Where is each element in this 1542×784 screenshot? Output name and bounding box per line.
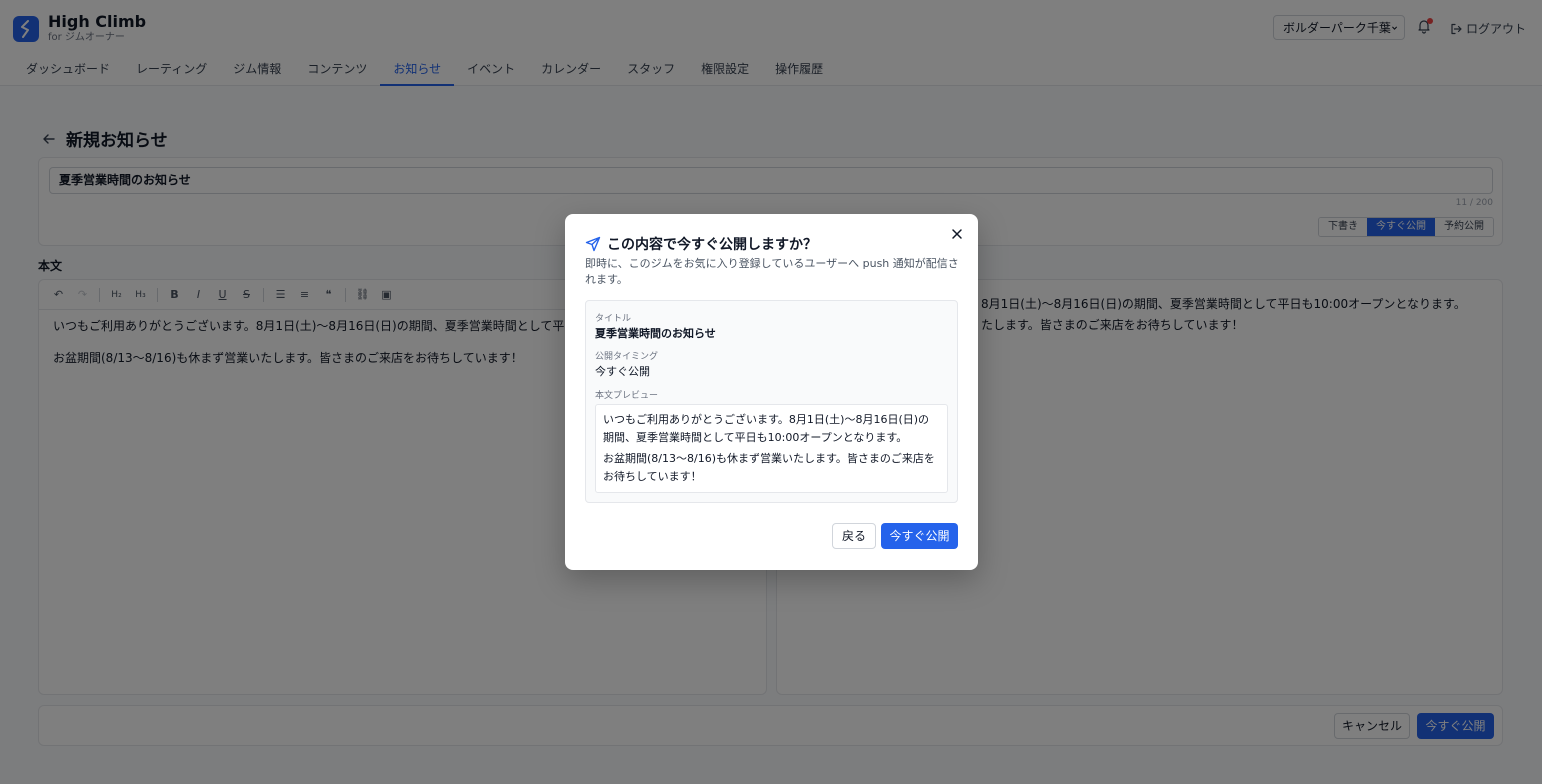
back-button[interactable]: 戻る	[832, 523, 876, 549]
summary-timing-label: 公開タイミング	[595, 352, 659, 362]
summary-preview-paragraph: いつもご利用ありがとうございます。8月1日(土)〜8月16日(日)の期間、夏季営…	[603, 413, 930, 444]
publish-summary: タイトル 夏季営業時間のお知らせ 公開タイミング 今すぐ公開 本文プレビュー い…	[585, 300, 958, 503]
summary-preview-label: 本文プレビュー	[595, 391, 659, 401]
dialog-title: この内容で今すぐ公開しますか？	[607, 237, 817, 253]
send-icon	[585, 236, 601, 252]
summary-title-label: タイトル	[595, 314, 632, 324]
summary-preview-paragraph: お盆期間(8/13〜8/16)も休まず営業いたします。皆さまのご来店をお待ちして…	[603, 452, 935, 483]
confirm-publish-button[interactable]: 今すぐ公開	[881, 523, 958, 549]
summary-body-preview: いつもご利用ありがとうございます。8月1日(土)〜8月16日(日)の期間、夏季営…	[595, 404, 948, 493]
dialog-description: 即時に、このジムをお気に入り登録しているユーザーへ push 通知が配信されます…	[585, 257, 959, 286]
summary-timing-value: 今すぐ公開	[595, 365, 650, 378]
close-icon[interactable]	[950, 227, 964, 241]
summary-title-value: 夏季営業時間のお知らせ	[595, 327, 716, 340]
dialog-title-row: この内容で今すぐ公開しますか？	[585, 234, 817, 254]
publish-confirm-dialog: この内容で今すぐ公開しますか？ 即時に、このジムをお気に入り登録しているユーザー…	[565, 214, 978, 570]
